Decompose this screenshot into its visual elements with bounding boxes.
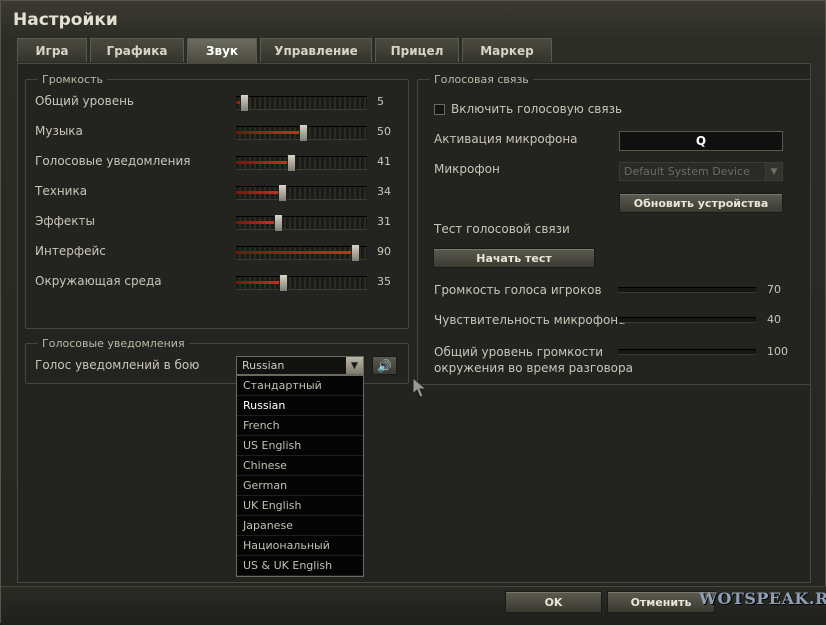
- microphone-label: Микрофон: [434, 162, 500, 176]
- volume-value: 90: [377, 245, 391, 258]
- dropdown-option[interactable]: US & UK English: [237, 556, 363, 576]
- volume-slider[interactable]: [236, 244, 367, 262]
- watermark: WOTSPEAK.RU: [699, 589, 826, 608]
- dropdown-option[interactable]: US English: [237, 436, 363, 456]
- volume-label: Музыка: [35, 124, 83, 138]
- volume-slider-fill: [236, 251, 354, 254]
- voice-level-value: 70: [767, 283, 781, 296]
- volume-value: 50: [377, 125, 391, 138]
- volume-legend: Громкость: [42, 73, 104, 86]
- volume-label: Голосовые уведомления: [35, 154, 191, 168]
- dropdown-option[interactable]: Национальный: [237, 536, 363, 556]
- voice-level-label: Чувствительность микрофона: [434, 313, 626, 327]
- voice-level-label: Громкость голоса игроков: [434, 283, 602, 297]
- voice-level-slider[interactable]: [618, 317, 756, 323]
- tab-game[interactable]: Игра: [17, 38, 87, 62]
- volume-slider-thumb[interactable]: [286, 154, 296, 172]
- window-title: Настройки: [13, 10, 118, 30]
- chevron-down-icon: ▼: [765, 163, 782, 180]
- volume-value: 31: [377, 215, 391, 228]
- tab-sound[interactable]: Звук: [187, 38, 257, 63]
- dropdown-option[interactable]: Japanese: [237, 516, 363, 536]
- volume-slider-thumb[interactable]: [350, 244, 360, 262]
- play-voice-sample-button[interactable]: 🔊: [372, 356, 397, 375]
- volume-slider-fill: [236, 161, 290, 164]
- speaker-icon: 🔊: [377, 358, 392, 373]
- voice-level-slider[interactable]: [618, 349, 756, 355]
- tab-controls[interactable]: Управление: [260, 38, 372, 62]
- microphone-select[interactable]: Default System Device ▼: [619, 162, 783, 181]
- voice-level-value: 100: [767, 345, 788, 358]
- dropdown-option[interactable]: Стандартный: [237, 376, 363, 396]
- tab-sight[interactable]: Прицел: [375, 38, 459, 62]
- voice-level-value: 40: [767, 313, 781, 326]
- volume-slider-fill: [236, 281, 282, 284]
- tab-graphics[interactable]: Графика: [90, 38, 184, 62]
- battle-voice-dropdown: Стандартный Russian French US English Chines…: [236, 375, 364, 577]
- volume-label: Техника: [35, 184, 88, 198]
- volume-label: Общий уровень: [35, 94, 134, 108]
- volume-slider[interactable]: [236, 94, 367, 112]
- volume-label: Интерфейс: [35, 244, 106, 258]
- volume-label: Окружающая среда: [35, 274, 162, 288]
- start-test-button[interactable]: Начать тест: [433, 248, 595, 268]
- battle-voice-select[interactable]: Russian ▼: [236, 356, 364, 375]
- volume-group: Громкость: [25, 73, 409, 329]
- volume-value: 34: [377, 185, 391, 198]
- dropdown-option[interactable]: German: [237, 476, 363, 496]
- volume-slider-thumb[interactable]: [239, 94, 249, 112]
- volume-slider-fill: [236, 131, 302, 134]
- dropdown-option[interactable]: Chinese: [237, 456, 363, 476]
- enable-voice-chat-label: Включить голосовую связь: [451, 102, 623, 116]
- voice-chat-legend: Голосовая связь: [434, 73, 529, 86]
- tab-bar: Игра Графика Звук Управление Прицел Марк…: [17, 38, 555, 63]
- volume-slider-thumb[interactable]: [273, 214, 283, 232]
- voice-level-label: Общий уровень громкости окружения во вре…: [434, 345, 633, 375]
- volume-value: 5: [377, 95, 384, 108]
- volume-slider[interactable]: [236, 184, 367, 202]
- settings-window: Настройки Игра Графика Звук Управление П…: [0, 0, 826, 625]
- dropdown-option[interactable]: UK English: [237, 496, 363, 516]
- voice-test-label: Тест голосовой связи: [434, 222, 570, 236]
- microphone-device: Default System Device: [624, 165, 750, 178]
- refresh-devices-button[interactable]: Обновить устройства: [619, 193, 783, 213]
- volume-slider[interactable]: [236, 274, 367, 292]
- volume-slider[interactable]: [236, 214, 367, 232]
- battle-voice-selected: Russian: [242, 359, 285, 372]
- voice-level-slider[interactable]: [618, 287, 756, 293]
- ok-button[interactable]: OK: [505, 591, 602, 613]
- volume-value: 41: [377, 155, 391, 168]
- enable-voice-chat-checkbox[interactable]: [434, 104, 445, 115]
- volume-slider[interactable]: [236, 154, 367, 172]
- chevron-down-icon[interactable]: ▼: [346, 357, 363, 374]
- voice-notifications-legend: Голосовые уведомления: [42, 337, 185, 350]
- volume-slider-thumb[interactable]: [277, 184, 287, 202]
- volume-label: Эффекты: [35, 214, 95, 228]
- volume-slider-thumb[interactable]: [298, 124, 308, 142]
- battle-voice-label: Голос уведомлений в бою: [35, 358, 200, 372]
- dropdown-option[interactable]: Russian: [237, 396, 363, 416]
- volume-slider-thumb[interactable]: [278, 274, 288, 292]
- mouse-cursor-icon: [412, 377, 428, 398]
- dropdown-option[interactable]: French: [237, 416, 363, 436]
- mic-activation-label: Активация микрофона: [434, 132, 578, 146]
- tab-marker[interactable]: Маркер: [462, 38, 552, 62]
- volume-slider[interactable]: [236, 124, 367, 142]
- volume-value: 35: [377, 275, 391, 288]
- volume-slider-fill: [236, 191, 281, 194]
- volume-slider-fill: [236, 221, 277, 224]
- mic-activation-key[interactable]: Q: [619, 131, 783, 151]
